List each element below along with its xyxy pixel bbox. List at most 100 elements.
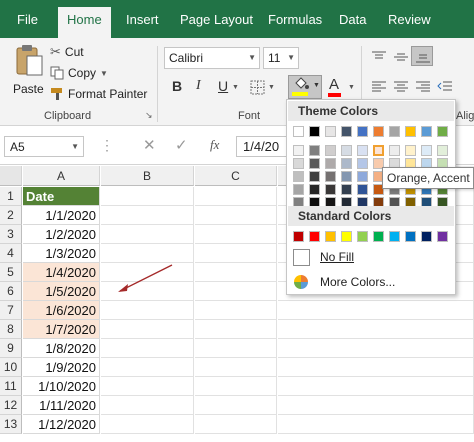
font-color-button[interactable]: A (327, 76, 347, 98)
row-header[interactable]: 10 (0, 358, 22, 377)
no-fill-option[interactable]: No Fill (288, 246, 454, 268)
empty-cell[interactable] (195, 244, 277, 263)
tab-file[interactable]: File (17, 12, 38, 27)
column-header-c[interactable]: C (195, 166, 277, 186)
empty-cell[interactable] (101, 339, 194, 358)
fill-color-button[interactable]: ▼ (288, 75, 322, 99)
empty-cell[interactable] (278, 320, 474, 339)
empty-cell[interactable] (101, 415, 194, 434)
standard-color-swatch[interactable] (293, 231, 304, 242)
row-header[interactable]: 9 (0, 339, 22, 358)
cut-button[interactable]: ✂ Cut (50, 44, 84, 60)
bottom-align-button[interactable] (411, 46, 433, 66)
tab-formulas[interactable]: Formulas (268, 12, 322, 27)
underline-button[interactable]: U (218, 78, 228, 94)
more-colors-option[interactable]: More Colors... (288, 272, 454, 292)
borders-icon[interactable] (250, 80, 266, 96)
date-cell[interactable]: 1/8/2020 (23, 339, 100, 358)
empty-cell[interactable] (195, 263, 277, 282)
empty-cell[interactable] (195, 339, 277, 358)
empty-cell[interactable] (195, 358, 277, 377)
date-cell[interactable]: 1/11/2020 (23, 396, 100, 415)
header-cell[interactable]: Date (23, 187, 100, 206)
empty-cell[interactable] (195, 206, 277, 225)
row-header[interactable]: 1 (0, 187, 22, 206)
copy-button[interactable]: Copy ▼ (50, 66, 108, 80)
select-all-corner[interactable] (0, 166, 22, 186)
column-header-b[interactable]: B (101, 166, 194, 186)
date-cell[interactable]: 1/10/2020 (23, 377, 100, 396)
date-cell[interactable]: 1/1/2020 (23, 206, 100, 225)
decrease-indent-icon[interactable] (437, 80, 453, 94)
empty-cell[interactable] (195, 301, 277, 320)
name-box[interactable]: A5 ▼ (4, 136, 84, 157)
dialog-launcher-icon[interactable]: ↘ (145, 110, 153, 121)
tab-data[interactable]: Data (339, 12, 366, 27)
empty-cell[interactable] (101, 225, 194, 244)
empty-cell[interactable] (278, 415, 474, 434)
date-cell[interactable]: 1/7/2020 (23, 320, 100, 339)
row-header[interactable]: 2 (0, 206, 22, 225)
tab-review[interactable]: Review (388, 12, 431, 27)
tab-insert[interactable]: Insert (126, 12, 159, 27)
empty-cell[interactable] (195, 396, 277, 415)
standard-color-swatch[interactable] (421, 231, 432, 242)
bold-button[interactable]: B (172, 78, 182, 94)
standard-color-swatch[interactable] (405, 231, 416, 242)
empty-cell[interactable] (195, 415, 277, 434)
empty-cell[interactable] (101, 301, 194, 320)
empty-cell[interactable] (195, 187, 277, 206)
row-header[interactable]: 6 (0, 282, 22, 301)
empty-cell[interactable] (278, 396, 474, 415)
date-cell[interactable]: 1/4/2020 (23, 263, 100, 282)
date-cell[interactable]: 1/3/2020 (23, 244, 100, 263)
empty-cell[interactable] (278, 339, 474, 358)
italic-button[interactable]: I (196, 78, 201, 94)
column-header-a[interactable]: A (23, 166, 100, 186)
font-size-combo[interactable]: 11 ▼ (263, 47, 299, 69)
row-header[interactable]: 11 (0, 377, 22, 396)
empty-cell[interactable] (101, 396, 194, 415)
empty-cell[interactable] (101, 187, 194, 206)
top-align-icon[interactable] (371, 50, 387, 64)
empty-cell[interactable] (195, 282, 277, 301)
empty-cell[interactable] (101, 320, 194, 339)
date-cell[interactable]: 1/9/2020 (23, 358, 100, 377)
standard-color-swatch[interactable] (437, 231, 448, 242)
empty-cell[interactable] (195, 377, 277, 396)
row-header[interactable]: 3 (0, 225, 22, 244)
insert-function-icon[interactable]: fx (210, 137, 219, 153)
row-header[interactable]: 8 (0, 320, 22, 339)
paste-button[interactable]: Paste (8, 42, 48, 104)
empty-cell[interactable] (278, 301, 474, 320)
empty-cell[interactable] (195, 320, 277, 339)
cancel-icon[interactable]: ✕ (143, 136, 156, 154)
enter-check-icon[interactable]: ✓ (175, 136, 188, 154)
align-left-icon[interactable] (371, 80, 387, 94)
align-center-icon[interactable] (393, 80, 409, 94)
empty-cell[interactable] (101, 358, 194, 377)
date-cell[interactable]: 1/6/2020 (23, 301, 100, 320)
tab-page-layout[interactable]: Page Layout (180, 12, 253, 27)
empty-cell[interactable] (195, 225, 277, 244)
empty-cell[interactable] (101, 206, 194, 225)
row-header[interactable]: 5 (0, 263, 22, 282)
tab-home[interactable]: Home (58, 7, 111, 38)
date-cell[interactable]: 1/5/2020 (23, 282, 100, 301)
row-header[interactable]: 12 (0, 396, 22, 415)
standard-color-swatch[interactable] (325, 231, 336, 242)
date-cell[interactable]: 1/12/2020 (23, 415, 100, 434)
standard-color-swatch[interactable] (357, 231, 368, 242)
standard-color-swatch[interactable] (389, 231, 400, 242)
middle-align-icon[interactable] (393, 50, 409, 64)
align-right-icon[interactable] (415, 80, 431, 94)
empty-cell[interactable] (278, 358, 474, 377)
row-header[interactable]: 7 (0, 301, 22, 320)
standard-color-swatch[interactable] (373, 231, 384, 242)
standard-color-swatch[interactable] (341, 231, 352, 242)
row-header[interactable]: 4 (0, 244, 22, 263)
standard-color-swatch[interactable] (309, 231, 320, 242)
date-cell[interactable]: 1/2/2020 (23, 225, 100, 244)
font-name-combo[interactable]: Calibri ▼ (164, 47, 260, 69)
empty-cell[interactable] (101, 377, 194, 396)
